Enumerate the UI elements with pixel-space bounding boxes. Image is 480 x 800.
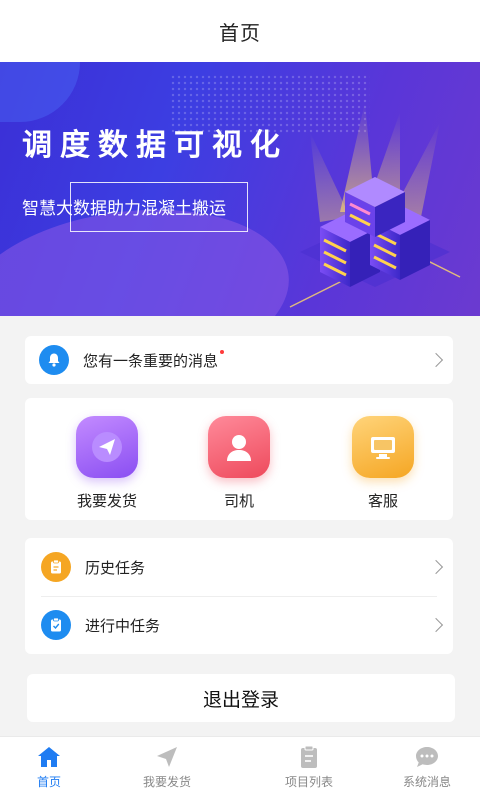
- list-icon: [301, 745, 317, 768]
- tab-project-list[interactable]: 项目列表: [254, 745, 364, 790]
- bell-icon: [39, 345, 69, 375]
- tab-label: 首页: [36, 775, 61, 789]
- home-icon: [38, 747, 60, 767]
- history-tasks-label: 历史任务: [85, 558, 146, 577]
- quick-action-send[interactable]: 我要发货: [47, 416, 167, 511]
- server-illustration-icon: [289, 102, 461, 308]
- banner-headline: 调度数据可视化: [22, 128, 288, 163]
- page-title: 首页: [219, 20, 261, 45]
- notice-text: 您有一条重要的消息: [83, 349, 225, 371]
- tab-home[interactable]: 首页: [0, 745, 104, 790]
- quick-action-driver[interactable]: 司机: [179, 416, 299, 511]
- notice-label: 您有一条重要的消息: [83, 351, 219, 370]
- chevron-right-icon: [428, 352, 444, 368]
- tab-send[interactable]: 我要发货: [112, 745, 222, 790]
- send-icon: [157, 747, 177, 767]
- banner-decoration: [0, 62, 80, 122]
- quick-actions-panel: 我要发货 司机 客服: [25, 398, 453, 520]
- tab-system-messages[interactable]: 系统消息: [372, 745, 480, 790]
- chevron-right-icon: [428, 559, 444, 575]
- ongoing-tasks-item[interactable]: 进行中任务: [25, 596, 453, 654]
- send-icon: [76, 416, 138, 478]
- chevron-right-icon: [428, 617, 444, 633]
- ongoing-tasks-label: 进行中任务: [85, 616, 161, 635]
- top-bar: 首页: [0, 0, 480, 62]
- message-icon: [416, 747, 438, 767]
- quick-action-label: 我要发货: [76, 492, 137, 510]
- history-tasks-item[interactable]: 历史任务: [25, 538, 453, 596]
- quick-action-customer-service[interactable]: 客服: [323, 416, 443, 511]
- tab-label: 项目列表: [284, 775, 333, 789]
- logout-button[interactable]: 退出登录: [27, 674, 455, 722]
- unread-dot: [220, 349, 225, 354]
- quick-action-label: 客服: [367, 492, 398, 510]
- notice-bar[interactable]: 您有一条重要的消息: [25, 336, 453, 384]
- customer-service-icon: [352, 416, 414, 478]
- banner-subtitle: 智慧大数据助力混凝土搬运: [22, 199, 226, 219]
- driver-icon: [208, 416, 270, 478]
- bottom-tab-bar: 首页 我要发货 项目列表 系统消息: [0, 736, 480, 800]
- tab-label: 我要发货: [142, 775, 191, 789]
- clipboard-icon: [41, 552, 71, 582]
- hero-banner[interactable]: 调度数据可视化 智慧大数据助力混凝土搬运: [0, 62, 480, 316]
- task-list: 历史任务 进行中任务: [25, 538, 453, 654]
- clipboard-check-icon: [41, 610, 71, 640]
- tab-label: 系统消息: [402, 775, 451, 789]
- quick-action-label: 司机: [223, 492, 254, 510]
